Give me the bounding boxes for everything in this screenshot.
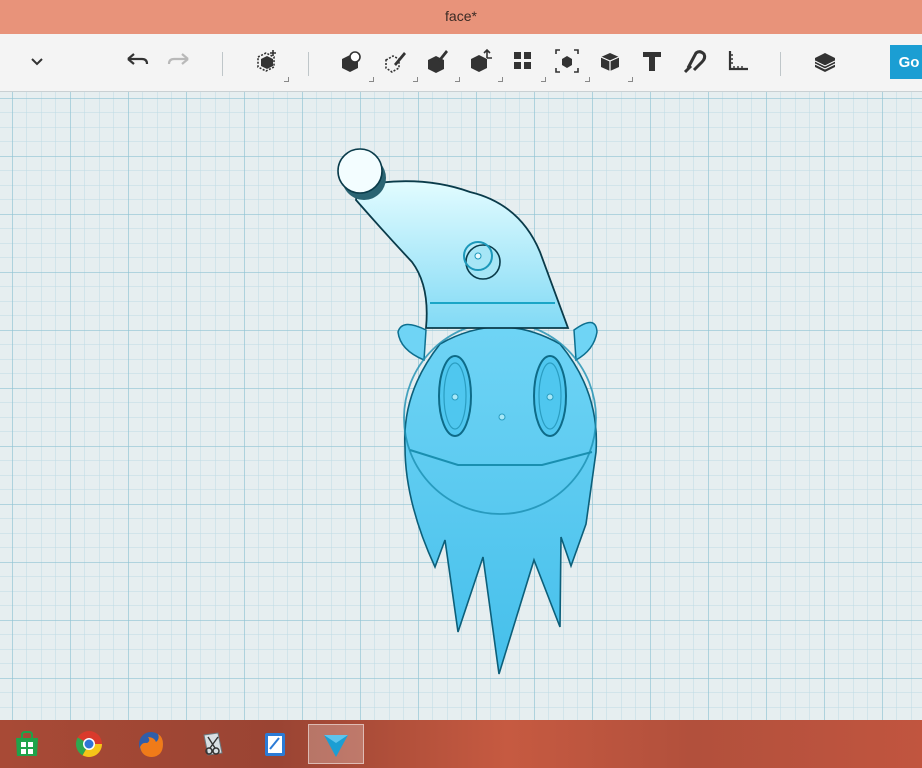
move-icon[interactable] (463, 44, 503, 82)
left-ear (397, 323, 427, 362)
layers-icon[interactable] (808, 44, 842, 78)
flip-icon[interactable] (593, 44, 633, 82)
toolbar: Go (0, 34, 922, 92)
duplicate-icon[interactable] (506, 44, 546, 82)
toolbar-separator (780, 52, 781, 76)
hat-pompom (337, 148, 383, 194)
title-bar: face* (0, 0, 922, 34)
toolbar-separator (308, 52, 309, 76)
right-ear (573, 321, 598, 362)
magnet-icon[interactable] (678, 44, 712, 78)
group-icon[interactable] (334, 44, 374, 82)
snipping-tool-icon[interactable] (192, 724, 234, 764)
hat-button (465, 244, 501, 280)
text-icon[interactable] (635, 44, 669, 78)
undo-icon[interactable] (120, 44, 154, 78)
windows-store-icon[interactable] (6, 724, 48, 764)
go-button[interactable]: Go (890, 45, 922, 79)
taskbar (0, 720, 922, 768)
window-title: face* (445, 8, 477, 24)
workplane[interactable] (0, 92, 922, 720)
paint-icon[interactable] (378, 44, 418, 82)
ruler-icon[interactable] (721, 44, 755, 78)
collapse-chevron-icon[interactable] (20, 44, 54, 78)
tinkercad-icon[interactable] (308, 724, 364, 764)
nose-dot (498, 413, 506, 421)
toolbar-separator (222, 52, 223, 76)
hide-icon[interactable] (420, 44, 460, 82)
chrome-icon[interactable] (68, 724, 110, 764)
notes-icon[interactable] (254, 724, 296, 764)
ghost-model[interactable] (0, 92, 922, 720)
redo-icon[interactable] (162, 44, 196, 78)
align-icon[interactable] (550, 44, 590, 82)
santa-hat (355, 180, 570, 329)
add-shape-icon[interactable] (249, 44, 289, 82)
firefox-icon[interactable] (130, 724, 172, 764)
ghost-body (403, 326, 598, 675)
